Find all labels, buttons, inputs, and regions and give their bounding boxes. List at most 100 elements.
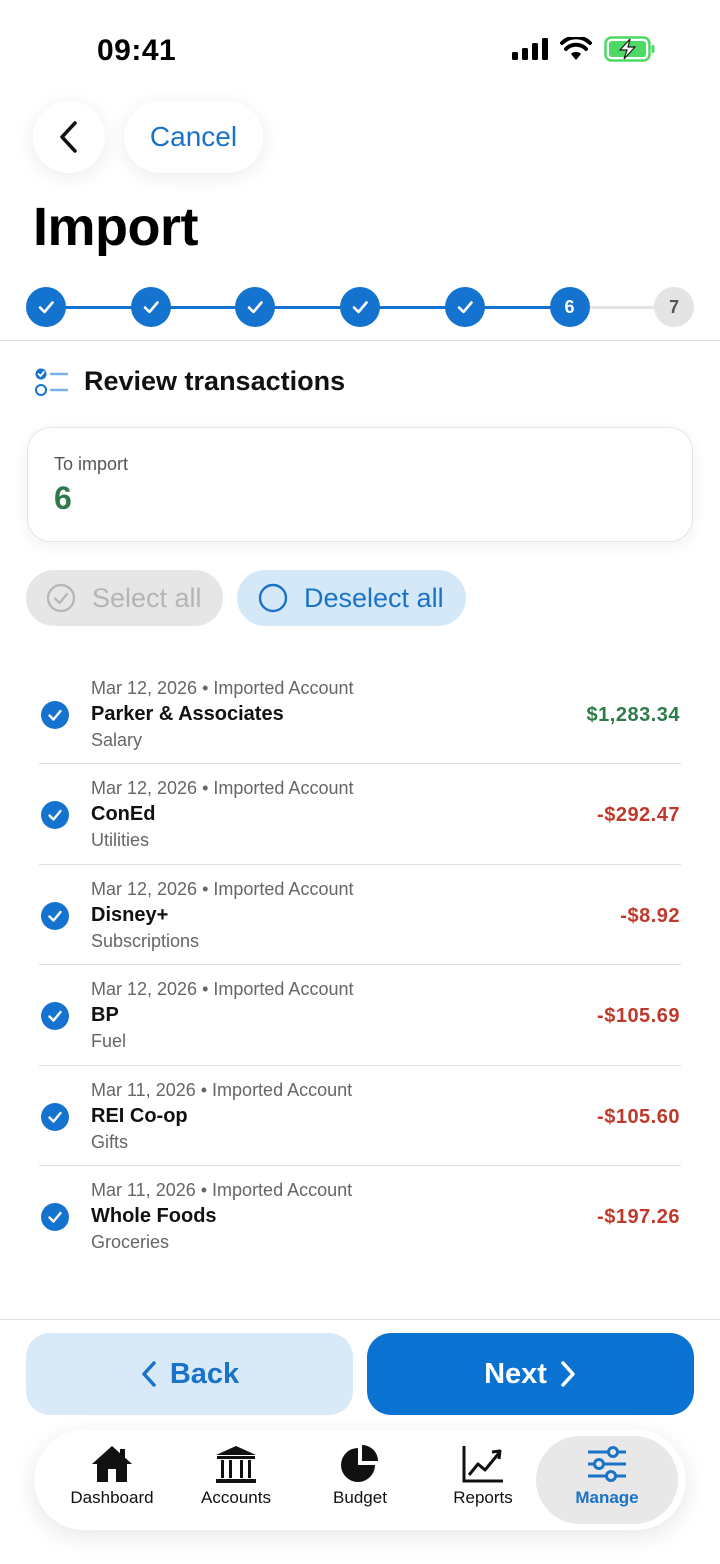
status-icons [512,36,656,62]
transaction-row[interactable]: Mar 11, 2026 • Imported Account REI Co-op… [39,1066,681,1166]
transaction-row[interactable]: Mar 12, 2026 • Imported Account ConEd Util… [39,764,681,865]
transaction-category: Groceries [91,1231,170,1252]
step-5 [444,287,485,327]
next-button[interactable]: Next [367,1333,694,1415]
transaction-payee: BP [91,1004,119,1027]
bank-icon [216,1446,256,1483]
transaction-category: Utilities [91,830,150,851]
transaction-payee: Parker & Associates [91,703,284,725]
transaction-row[interactable]: Mar 11, 2026 • Imported Account Whole Foo… [39,1166,681,1266]
transaction-meta: Mar 11, 2026 • Imported Account [91,1080,352,1101]
transaction-amount: -$197.26 [597,1205,680,1228]
pie-chart-icon [341,1445,378,1482]
check-icon [38,301,54,314]
transaction-category: Subscriptions [91,930,200,951]
transaction-date: Mar 11, 2026 [91,1079,196,1100]
summary-label: To import [54,454,129,474]
step-2 [130,287,171,327]
check-icon [48,1010,62,1022]
page-title: Import [33,197,199,257]
tab-accounts[interactable]: Accounts [174,1436,298,1524]
divider [0,1319,720,1320]
check-circle-icon [46,583,76,613]
transaction-amount: -$8.92 [620,904,680,927]
tab-bar: Dashboard Accounts Budget Reports Manage [34,1430,686,1530]
tab-budget[interactable]: Budget [298,1436,422,1524]
empty-circle-icon [258,583,288,613]
back-nav-button[interactable] [33,101,105,173]
separator-dot: • [197,678,214,698]
transaction-payee: REI Co-op [91,1104,188,1127]
tab-label: Manage [575,1488,639,1507]
deselect-all-button[interactable]: Deselect all [237,570,466,626]
import-summary-card: To import 6 [27,427,693,542]
transaction-account: Imported Account [213,678,354,698]
check-icon [48,709,62,721]
transaction-category: Fuel [91,1031,127,1052]
check-icon [248,301,264,314]
separator-dot: • [197,878,214,899]
tab-label: Dashboard [70,1488,154,1507]
transaction-amount: -$105.69 [597,1005,680,1028]
transaction-row[interactable]: Mar 12, 2026 • Imported Account Parker & … [39,664,681,765]
divider [0,340,720,341]
check-icon [48,1111,62,1123]
select-all-button[interactable]: Select all [26,570,223,626]
step-number: 6 [564,296,575,317]
transaction-meta: Mar 12, 2026 • Imported Account [91,678,353,699]
transaction-payee: Whole Foods [91,1204,217,1227]
step-7: 7 [654,287,695,327]
check-icon [457,301,473,314]
battery-charging-icon [604,36,655,62]
transaction-amount: -$292.47 [597,804,680,827]
transaction-row[interactable]: Mar 12, 2026 • Imported Account Disney+ Su… [39,865,681,966]
transaction-meta: Mar 12, 2026 • Imported Account [91,979,353,1000]
transaction-account: Imported Account [213,778,354,799]
step-4 [340,287,381,327]
check-icon [48,1211,62,1223]
tab-label: Accounts [201,1488,271,1507]
back-button-label: Back [169,1357,240,1390]
summary-count: 6 [54,480,72,516]
status-time: 09:41 [97,34,177,67]
transaction-payee: ConEd [91,803,156,826]
transaction-list: Mar 12, 2026 • Imported Account Parker & … [39,664,681,1266]
transaction-date: Mar 11, 2026 [91,1179,196,1200]
next-button-label: Next [484,1357,547,1390]
deselect-all-label: Deselect all [304,582,444,613]
progress-stepper: 67 [26,287,695,327]
row-checkbox[interactable] [41,1102,69,1131]
check-icon [352,301,368,314]
row-checkbox[interactable] [41,1202,69,1231]
transaction-account: Imported Account [213,878,354,899]
step-6: 6 [549,287,590,327]
section-title: Review transactions [84,366,346,396]
row-checkbox[interactable] [41,701,69,729]
row-checkbox[interactable] [41,801,69,830]
transaction-date: Mar 12, 2026 [91,878,198,899]
select-all-label: Select all [92,582,202,613]
transaction-meta: Mar 12, 2026 • Imported Account [91,778,353,799]
signal-icon [512,38,548,60]
separator-dot: • [195,1079,213,1100]
trend-chart-icon [462,1446,503,1483]
cancel-button[interactable]: Cancel [124,101,263,173]
tab-reports[interactable]: Reports [421,1436,545,1524]
transaction-amount: $1,283.34 [586,704,680,726]
row-checkbox[interactable] [41,901,69,930]
row-checkbox[interactable] [41,1002,69,1031]
back-button[interactable]: Back [26,1333,353,1415]
step-number: 7 [669,296,680,317]
status-bar: 09:41 [0,0,720,100]
tab-manage[interactable]: Manage [536,1436,678,1524]
transaction-meta: Mar 11, 2026 • Imported Account [91,1180,352,1201]
transaction-row[interactable]: Mar 12, 2026 • Imported Account BP Fuel -$1… [39,965,681,1066]
tab-dashboard[interactable]: Dashboard [50,1436,174,1524]
chevron-left-icon [142,1361,156,1387]
step-3 [235,287,276,327]
sliders-icon [588,1446,626,1482]
transaction-amount: -$105.60 [597,1105,680,1128]
transaction-payee: Disney+ [91,903,169,926]
transaction-category: Salary [91,730,143,750]
transaction-account: Imported Account [212,1079,353,1100]
